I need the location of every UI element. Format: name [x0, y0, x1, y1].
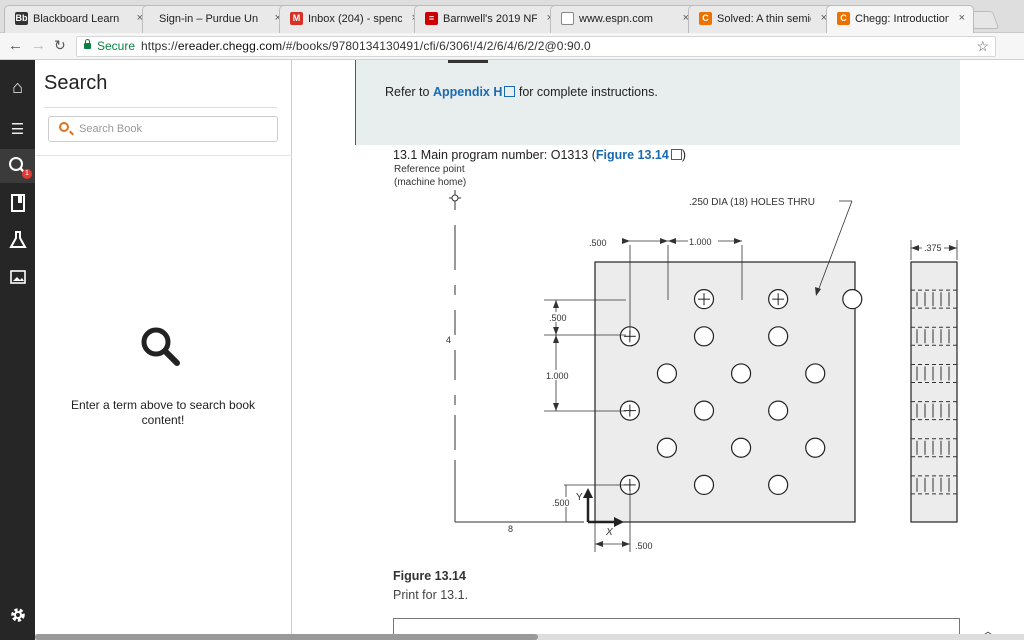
bookmark-star-icon[interactable]: ☆	[976, 37, 989, 56]
lock-icon	[84, 39, 91, 49]
note-prefix: Refer to	[385, 85, 433, 99]
tab-title: Inbox (204) - spenc	[308, 13, 402, 25]
browser-tab[interactable]: C Solved: A thin semic ×	[688, 5, 836, 33]
dim-500-top: .500	[589, 238, 607, 248]
x-axis-label: X	[605, 527, 613, 538]
forward-icon[interactable]: →	[31, 37, 46, 54]
hole	[693, 474, 715, 495]
hole	[656, 363, 678, 384]
scrollbar-thumb[interactable]	[35, 634, 538, 640]
divider	[44, 107, 277, 108]
dim-1000-top: 1.000	[689, 237, 712, 247]
tab-title: Blackboard Learn	[33, 13, 120, 25]
note-suffix: for complete instructions.	[515, 85, 658, 99]
magnifier-icon	[141, 327, 180, 366]
panel-title: Search	[44, 72, 108, 94]
home-icon[interactable]: ⌂	[0, 70, 35, 104]
hole	[805, 437, 826, 458]
chegg-icon: C	[699, 12, 712, 25]
browser-tab[interactable]: C Chegg: Introduction ×	[826, 5, 974, 33]
tab-title: Solved: A thin semic	[717, 13, 811, 25]
hole	[730, 363, 752, 384]
search-input[interactable]	[79, 121, 269, 137]
image-icon[interactable]	[0, 260, 35, 294]
address-bar: ← → ↻ Secure https://ereader.chegg.com/#…	[0, 33, 1024, 85]
page-icon	[561, 12, 574, 25]
appendix-h-link[interactable]: Appendix H	[433, 85, 502, 99]
toc-list-icon[interactable]: ☰	[0, 113, 35, 147]
dim-4-label: 4	[446, 335, 451, 345]
hole	[730, 437, 752, 458]
url-path: /#/books/9780134130491/cfi/6/306!/4/2/6/…	[282, 39, 591, 53]
hole	[842, 289, 863, 310]
barnwell-icon: ≡	[425, 12, 438, 25]
url-prefix: https://	[141, 39, 178, 53]
hole	[768, 326, 789, 347]
hole	[768, 400, 789, 421]
divider	[35, 155, 292, 156]
dim-500-bottom: .500	[635, 541, 653, 551]
figure-subcaption: Print for 13.1.	[393, 588, 469, 602]
external-link-icon[interactable]	[504, 86, 516, 97]
tab-title: Sign-in – Purdue Un	[159, 13, 259, 25]
external-link-icon[interactable]	[670, 149, 682, 160]
hole	[693, 326, 715, 347]
dim-8-label: 8	[508, 524, 513, 534]
browser-tab[interactable]: www.espn.com ×	[550, 5, 698, 33]
gmail-icon: M	[290, 12, 303, 25]
search-box[interactable]	[48, 116, 278, 142]
browser-tab[interactable]: ≡Barnwell's 2019 NFL×	[414, 5, 562, 33]
secure-label: Secure	[97, 39, 136, 53]
ref-point-label-2: (machine home)	[394, 177, 466, 188]
tab-bar: Bb Blackboard Learn × Sign-in – Purdue Un × M…	[0, 0, 1024, 33]
note-box: Refer to Appendix H for complete instruc…	[355, 60, 960, 145]
hole	[768, 474, 789, 495]
bookmark-icon[interactable]	[0, 186, 35, 220]
hole	[693, 400, 715, 421]
hole	[805, 363, 826, 384]
side-view	[910, 261, 958, 523]
book-content: Refer to Appendix H for complete instruc…	[292, 60, 1024, 640]
url-host: ereader.chegg.com	[177, 39, 283, 53]
icon-rail: ⌂ ☰	[0, 60, 35, 640]
holes-callout: .250 DIA (18) HOLES THRU	[689, 197, 815, 208]
blackboard-icon: Bb	[15, 12, 28, 25]
horizontal-scrollbar[interactable]	[35, 634, 1024, 640]
y-axis-label: Y	[576, 492, 583, 503]
search-icon	[59, 122, 69, 132]
chegg-icon: C	[837, 12, 850, 25]
notification-badge: 1	[22, 169, 32, 179]
dim-375: .375	[924, 243, 942, 253]
dim-500-bottom-left: .500	[552, 498, 570, 508]
ref-point-label: Reference point	[394, 164, 465, 175]
search-panel: Search Enter a term above to search book…	[35, 60, 292, 640]
tab-title: Barnwell's 2019 NFL	[443, 13, 537, 25]
url-text: https://ereader.chegg.com/#/books/978013…	[141, 37, 591, 56]
reference-point-marker	[449, 190, 461, 210]
dim-500-left: .500	[549, 313, 567, 323]
browser-tab[interactable]: MInbox (204) - spenc×	[279, 5, 427, 33]
back-icon[interactable]: ←	[8, 37, 23, 54]
reload-icon[interactable]: ↻	[54, 37, 66, 54]
dim-1000-left: 1.000	[546, 371, 569, 381]
settings-gear-icon[interactable]	[0, 598, 35, 632]
flask-icon[interactable]	[0, 223, 35, 257]
tab-title: Chegg: Introduction	[855, 13, 949, 25]
technical-drawing: Reference point (machine home) 4 8 .500 …	[394, 164, 958, 552]
url-input[interactable]: Secure https://ereader.chegg.com/#/books…	[76, 36, 996, 57]
note-text: Refer to Appendix H for complete instruc…	[385, 85, 658, 99]
empty-search-message: Enter a term above to search book conten…	[70, 398, 256, 427]
tab-title: www.espn.com	[579, 13, 653, 25]
note-tab	[448, 60, 488, 63]
browser-tab[interactable]: Sign-in – Purdue Un ×	[142, 5, 290, 33]
figure-caption: Figure 13.14	[393, 569, 466, 583]
browser-tab[interactable]: Bb Blackboard Learn ×	[4, 5, 152, 33]
hole	[656, 437, 678, 458]
tab-close-icon[interactable]: ×	[959, 12, 965, 24]
